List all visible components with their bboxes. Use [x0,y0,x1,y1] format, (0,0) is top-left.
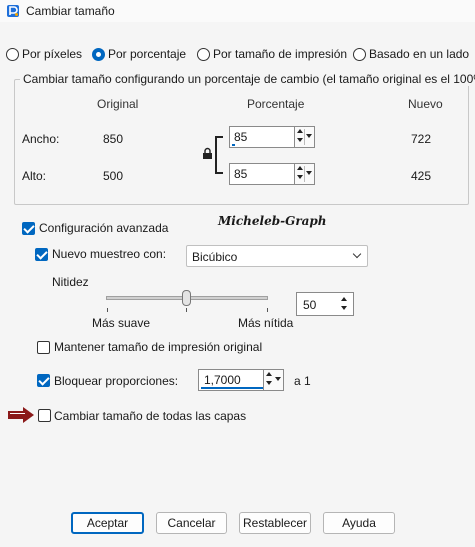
help-button[interactable]: Ayuda [323,512,395,534]
resample-method-value[interactable]: Bicúbico [192,250,237,264]
width-original: 850 [103,132,124,146]
lock-icon[interactable] [202,147,213,160]
width-new: 722 [411,132,432,146]
dropdown-arrow-icon[interactable] [306,134,312,138]
accept-button[interactable]: Aceptar [71,512,144,534]
all-layers-checkbox[interactable] [38,409,51,422]
radio-por-tamano-impresion[interactable] [197,48,210,61]
spin-down-icon[interactable] [297,138,303,142]
height-label: Alto: [22,169,47,183]
cancel-button[interactable]: Cancelar [156,512,227,534]
ratio-value[interactable]: 1,7000 [204,373,241,387]
spin-up-icon[interactable] [297,129,303,133]
advanced-label[interactable]: Configuración avanzada [39,221,168,235]
sharpness-label: Nitidez [52,275,89,289]
lock-ratio-label[interactable]: Bloquear proporciones: [54,374,178,388]
keep-print-size-label[interactable]: Mantener tamaño de impresión original [54,340,262,354]
resample-method-select[interactable]: Bicúbico [186,245,368,267]
height-percent-spinner[interactable]: 85 [229,163,315,185]
slider-tick [107,308,108,312]
advanced-checkbox[interactable] [22,222,35,235]
header-porcentaje: Porcentaje [247,97,305,111]
ratio-spinner[interactable]: 1,7000 [198,369,284,391]
slider-tick [186,308,187,312]
spin-down-icon[interactable] [297,175,303,179]
height-original: 500 [103,169,124,183]
slider-tick [267,308,268,312]
height-new: 425 [411,169,432,183]
header-original: Original [97,97,139,111]
height-spin-buttons[interactable] [294,164,314,184]
radio-label-por-porcentaje[interactable]: Por porcentaje [108,47,186,61]
radio-basado-en-un-lado[interactable] [353,48,366,61]
ratio-suffix: a 1 [294,374,311,388]
spin-up-icon[interactable] [341,297,347,301]
all-layers-label[interactable]: Cambiar tamaño de todas las capas [54,409,246,423]
spin-down-icon[interactable] [341,306,347,310]
header-nuevo: Nuevo [408,97,443,111]
width-label: Ancho: [22,132,60,146]
sharpness-max-label: Más nítida [238,316,294,330]
keep-print-size-checkbox[interactable] [37,341,50,354]
chevron-down-icon[interactable] [352,249,362,259]
resample-checkbox[interactable] [35,248,48,261]
spin-up-icon[interactable] [266,372,272,376]
dropdown-arrow-icon[interactable] [275,377,281,381]
dropdown-arrow-icon[interactable] [306,171,312,175]
width-percent-spinner[interactable]: 85 [229,126,315,148]
reset-button[interactable]: Restablecer [239,512,311,534]
radio-label-por-pixeles[interactable]: Por píxeles [22,47,82,61]
width-spin-buttons[interactable] [294,127,314,147]
aspect-link-bracket [215,136,223,174]
spin-down-icon[interactable] [266,381,272,385]
height-percent-value[interactable]: 85 [234,167,247,181]
lock-ratio-checkbox[interactable] [37,374,50,387]
sharpness-spinner[interactable]: 50 [296,292,354,316]
watermark-text: Micheleb-Graph [218,214,327,228]
red-arrow-pointer-icon [8,407,34,423]
radio-por-porcentaje[interactable] [92,48,105,61]
spin-up-icon[interactable] [297,166,303,170]
radio-label-por-tamano-impresion[interactable]: Por tamaño de impresión [213,47,347,61]
sharpness-value[interactable]: 50 [303,298,316,312]
paintshop-app-icon [7,5,19,17]
resample-label[interactable]: Nuevo muestreo con: [52,247,166,261]
sharpness-slider-thumb[interactable] [182,290,191,306]
radio-por-pixeles[interactable] [6,48,19,61]
radio-label-basado-en-un-lado[interactable]: Basado en un lado [369,47,469,61]
width-percent-value[interactable]: 85 [234,130,247,144]
window-title: Cambiar tamaño [26,4,115,18]
sharpness-min-label: Más suave [92,316,151,330]
dimensions-caption: Cambiar tamaño configurando un porcentaj… [20,72,475,86]
